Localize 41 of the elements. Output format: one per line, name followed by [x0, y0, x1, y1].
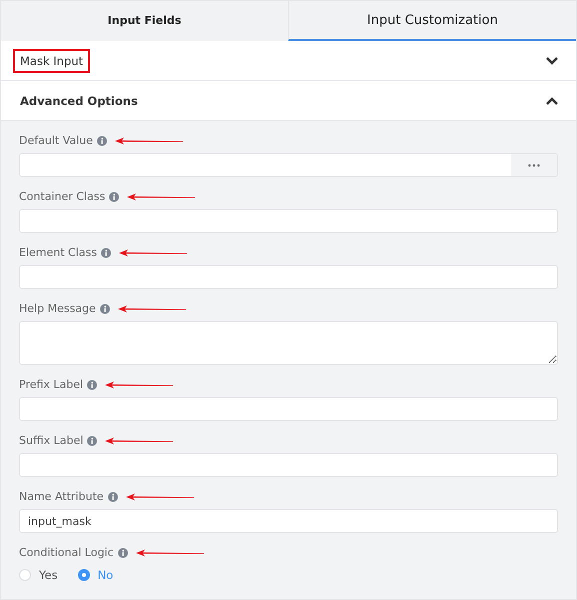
- info-icon: [87, 380, 98, 390]
- radio-label[interactable]: Yes: [39, 568, 58, 582]
- tab[interactable]: Input Fields: [1, 1, 288, 41]
- annotation-arrow: [127, 192, 196, 200]
- field-label: Prefix Label: [19, 378, 84, 391]
- radio-button[interactable]: [78, 569, 90, 581]
- field-label: Name Attribute: [19, 490, 104, 503]
- field-label: Element Class: [19, 246, 97, 259]
- more-button[interactable]: [511, 154, 557, 176]
- info-icon: [100, 248, 111, 258]
- text-field[interactable]: [19, 153, 558, 177]
- text-field[interactable]: [19, 453, 558, 477]
- chevron-down-icon[interactable]: [546, 56, 558, 64]
- annotation-arrow: [118, 304, 186, 312]
- info-icon: [96, 136, 107, 146]
- annotation-arrow: [126, 492, 194, 500]
- chevron-up-icon[interactable]: [546, 96, 558, 104]
- field-label: Help Message: [19, 302, 96, 315]
- text-field[interactable]: [19, 265, 558, 289]
- annotation-arrow: [105, 380, 174, 388]
- field-label: Conditional Logic: [19, 546, 114, 559]
- info-icon: [100, 304, 110, 314]
- annotation-arrow: [118, 248, 187, 256]
- field-label: Suffix Label: [19, 434, 84, 447]
- field-label: Default Value: [19, 134, 93, 147]
- text-field[interactable]: [19, 209, 558, 233]
- info-icon: [109, 192, 120, 202]
- section-title: Advanced Options: [19, 92, 139, 110]
- text-field[interactable]: input_mask: [19, 509, 558, 533]
- text-field[interactable]: [19, 397, 558, 421]
- tab[interactable]: Input Customization: [288, 1, 576, 41]
- section-title: Mask Input: [13, 48, 90, 72]
- annotation-arrow: [136, 548, 204, 556]
- field-label: Container Class: [19, 190, 106, 203]
- annotation-arrow: [105, 436, 174, 444]
- annotation-arrow: [114, 136, 183, 144]
- info-icon: [108, 492, 118, 502]
- text-area[interactable]: [19, 321, 558, 365]
- info-icon: [118, 548, 128, 558]
- more-icon: [528, 164, 540, 166]
- info-icon: [87, 436, 98, 446]
